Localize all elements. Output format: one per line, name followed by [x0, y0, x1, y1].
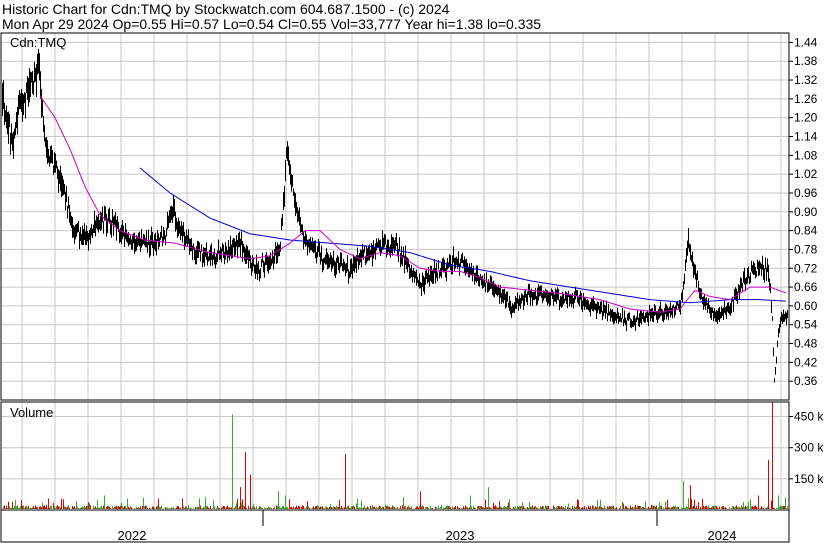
price-tick-label: 1.38 [794, 54, 818, 68]
price-tick-label: 0.36 [794, 374, 818, 388]
volume-panel-frame [0, 401, 790, 511]
year-label: 2022 [118, 528, 147, 543]
price-panel-title: Cdn:TMQ [10, 35, 66, 50]
price-tick-label: 0.66 [794, 280, 818, 294]
price-tick-label: 0.90 [794, 205, 818, 219]
price-tick-label: 1.14 [794, 130, 818, 144]
price-axis-ticks: 1.44 1.38 1.32 1.26 1.20 1.14 1.08 1.02 0.96 0.90… [789, 35, 818, 388]
price-tick-label: 0.84 [794, 224, 818, 238]
year-label: 2023 [446, 528, 475, 543]
price-tick-label: 1.20 [794, 111, 818, 125]
volume-tick-label: 450 k [794, 410, 824, 424]
price-tick-label: 1.32 [794, 73, 818, 87]
volume-tick-label: 150 k [794, 472, 824, 486]
price-tick-label: 1.02 [794, 167, 818, 181]
volume-axis-ticks: 450 k 300 k 150 k [789, 410, 824, 486]
volume-panel-title: Volume [10, 405, 53, 420]
price-tick-label: 1.44 [794, 35, 818, 49]
price-tick-label: 0.78 [794, 242, 818, 256]
price-panel-frame [0, 32, 790, 401]
x-axis-labels: 2022 2023 2024 [118, 510, 737, 543]
price-tick-label: 0.72 [794, 261, 818, 275]
volume-bars [2, 402, 788, 510]
price-tick-label: 1.08 [794, 148, 818, 162]
year-label: 2024 [708, 528, 737, 543]
price-tick-label: 0.60 [794, 299, 818, 313]
price-gridlines [1, 33, 789, 400]
stock-chart: 1.44 1.38 1.32 1.26 1.20 1.14 1.08 1.02 0.96 0.90… [0, 32, 824, 543]
price-tick-label: 0.42 [794, 355, 818, 369]
price-tick-label: 0.96 [794, 186, 818, 200]
volume-gridlines [1, 402, 789, 510]
volume-tick-label: 300 k [794, 441, 824, 455]
price-tick-label: 0.54 [794, 318, 818, 332]
price-tick-label: 1.26 [794, 92, 818, 106]
price-tick-label: 0.48 [794, 337, 818, 351]
